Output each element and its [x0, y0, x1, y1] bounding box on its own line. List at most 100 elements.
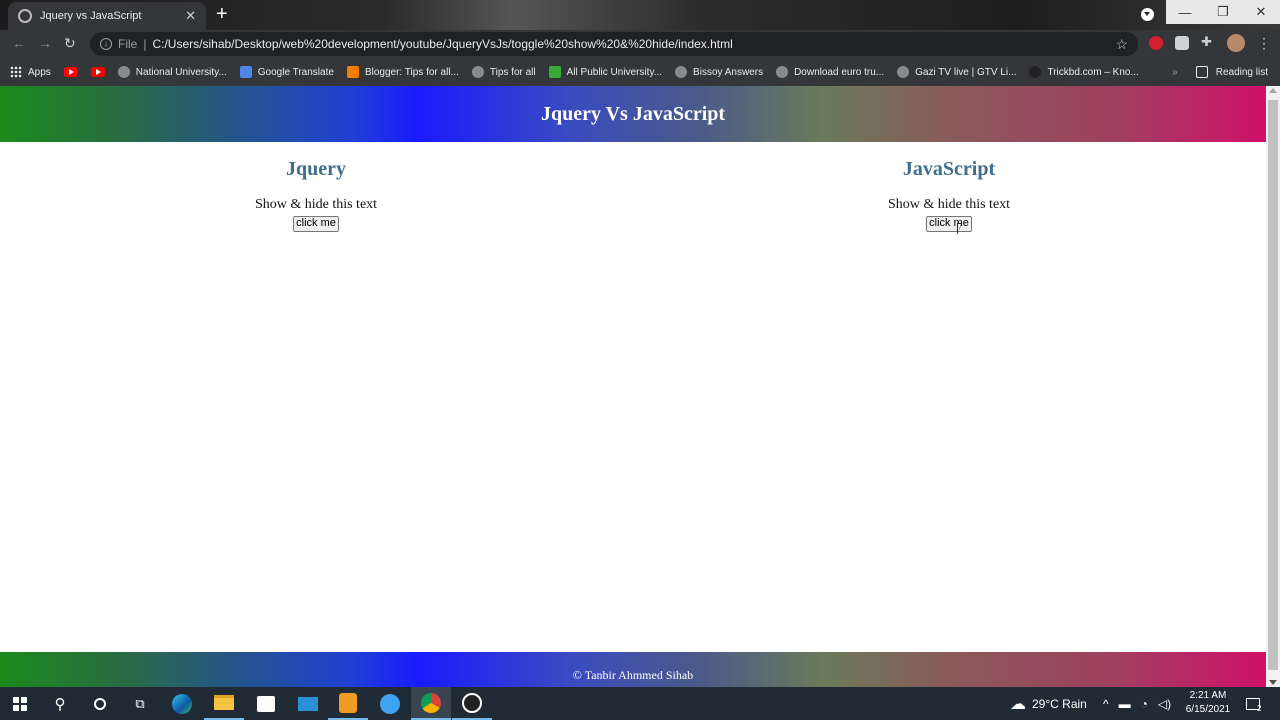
forward-arrow-icon[interactable]: →	[38, 35, 52, 51]
minimize-button[interactable]: —	[1166, 0, 1204, 24]
footer-copyright: © Tanbir Ahmmed Sihab	[572, 668, 694, 682]
globe-icon	[117, 66, 130, 78]
battery-icon[interactable]: ▬	[1119, 697, 1131, 711]
bookmarks-bar: Apps National University... Google Trans…	[0, 58, 1280, 86]
translate-icon	[239, 66, 252, 78]
address-bar[interactable]: i File | C:/Users/sihab/Desktop/web%20de…	[90, 32, 1138, 56]
page-scrollbar[interactable]	[1266, 86, 1280, 687]
windows-taskbar: ⚲ ⧉ ☁ 29°C Rain ^ ▬ ◔ ◁) 2:21 AM 6/15/20…	[0, 687, 1280, 720]
bookmark-blogger[interactable]: Blogger: Tips for all...	[346, 66, 459, 78]
clock-date: 6/15/2021	[1185, 704, 1231, 715]
info-icon[interactable]: i	[100, 38, 112, 50]
bookmark-national-university[interactable]: National University...	[117, 66, 227, 78]
windows-logo-icon	[13, 696, 27, 711]
page-title: Jquery Vs JavaScript	[540, 102, 726, 125]
javascript-section: JavaScript Show & hide this text click m…	[749, 158, 1149, 232]
app-icon[interactable]	[370, 687, 410, 720]
tab-search-icon[interactable]	[1141, 8, 1154, 21]
check-icon	[548, 66, 561, 78]
bookmark-euro-truck[interactable]: Download euro tru...	[776, 66, 884, 78]
notifications-button[interactable]: 2	[1246, 687, 1261, 720]
bookmark-youtube-2[interactable]	[90, 67, 105, 77]
search-icon[interactable]: ⚲	[40, 687, 80, 720]
record-extension-icon[interactable]	[1149, 36, 1163, 50]
bookmark-youtube-1[interactable]	[63, 67, 78, 77]
maximize-button[interactable]: ❐	[1204, 0, 1242, 24]
close-window-button[interactable]: ✕	[1242, 0, 1280, 24]
youtube-icon	[90, 67, 105, 77]
menu-dots-icon[interactable]: ⋮	[1257, 35, 1271, 52]
scroll-up-icon[interactable]	[1269, 88, 1277, 93]
apps-grid-icon	[10, 66, 22, 78]
bookmark-public-university[interactable]: All Public University...	[548, 66, 662, 78]
globe-icon	[897, 66, 910, 78]
cortana-icon[interactable]	[80, 687, 120, 720]
browser-toolbar: ← → ↻ i File | C:/Users/sihab/Desktop/we…	[0, 30, 1280, 58]
bookmarks-overflow-button[interactable]: »	[1172, 67, 1178, 78]
toggle-text: Show & hide this text	[254, 197, 378, 212]
browser-title-bar: Jquery vs JavaScript ✕ + — ❐ ✕	[0, 0, 1280, 30]
window-controls: — ❐ ✕	[1166, 0, 1280, 24]
globe-icon	[18, 9, 32, 23]
wifi-icon[interactable]: ◔	[1141, 697, 1148, 711]
back-arrow-icon[interactable]: ←	[12, 35, 26, 51]
javascript-click-me-button[interactable]: click me	[926, 215, 972, 232]
bookmark-google-translate[interactable]: Google Translate	[239, 66, 334, 78]
tab-title: Jquery vs JavaScript	[40, 10, 142, 22]
chrome-icon[interactable]	[411, 687, 451, 720]
reload-icon[interactable]: ↻	[64, 35, 76, 52]
file-explorer-icon[interactable]	[204, 687, 244, 720]
scheme-label: File	[118, 37, 138, 51]
section-heading: Jquery	[286, 158, 346, 180]
store-icon[interactable]	[246, 687, 286, 720]
chevron-up-icon[interactable]: ^	[1103, 697, 1109, 711]
cloud-rain-icon: ☁	[1010, 695, 1026, 713]
globe-icon	[471, 66, 484, 78]
start-button[interactable]	[0, 687, 40, 720]
jquery-section: Jquery Show & hide this text click me	[116, 158, 516, 232]
web-page: Jquery Vs JavaScript Jquery Show & hide …	[0, 86, 1266, 687]
new-tab-button[interactable]: +	[216, 3, 228, 25]
bookmark-bissoy[interactable]: Bissoy Answers	[675, 66, 763, 78]
page-header: Jquery Vs JavaScript	[0, 86, 1266, 142]
globe-icon	[1029, 66, 1042, 78]
mouse-cursor-icon	[957, 223, 962, 235]
mail-icon[interactable]	[288, 687, 328, 720]
blogger-icon	[346, 66, 359, 78]
obs-icon[interactable]	[452, 687, 492, 720]
system-clock[interactable]: 2:21 AM 6/15/2021	[1178, 689, 1238, 717]
jquery-click-me-button[interactable]: click me	[293, 215, 339, 232]
task-view-icon[interactable]: ⧉	[120, 687, 160, 720]
scroll-down-icon[interactable]	[1269, 680, 1277, 685]
bookmark-gazi-tv[interactable]: Gazi TV live | GTV Li...	[897, 66, 1016, 78]
sublime-text-icon[interactable]	[328, 687, 368, 720]
clock-time: 2:21 AM	[1189, 690, 1227, 701]
bookmark-apps[interactable]: Apps	[10, 66, 51, 78]
extensions-puzzle-icon[interactable]: ✚	[1201, 34, 1215, 49]
system-tray: ^ ▬ ◔ ◁)	[1103, 687, 1171, 720]
weather-text: 29°C Rain	[1032, 696, 1087, 711]
reading-list-icon[interactable]	[1195, 66, 1208, 78]
scroll-thumb[interactable]	[1268, 100, 1278, 670]
globe-icon	[675, 66, 688, 78]
bookmarks-right: » Reading list	[1172, 58, 1268, 86]
youtube-icon	[63, 67, 78, 77]
bookmark-star-icon[interactable]: ☆	[1115, 36, 1128, 53]
bookmark-tips-for-all[interactable]: Tips for all	[471, 66, 536, 78]
reading-list-label[interactable]: Reading list	[1216, 67, 1268, 78]
avatar[interactable]	[1227, 34, 1245, 52]
camera-extension-icon[interactable]	[1175, 36, 1189, 50]
section-heading: JavaScript	[902, 158, 996, 180]
bookmark-trickbd[interactable]: Trickbd.com – Kno...	[1029, 66, 1139, 78]
tab-close-icon[interactable]: ✕	[185, 8, 196, 24]
page-footer: © Tanbir Ahmmed Sihab	[0, 652, 1266, 687]
browser-tab[interactable]: Jquery vs JavaScript ✕	[8, 2, 206, 30]
globe-icon	[776, 66, 789, 78]
toggle-text: Show & hide this text	[887, 197, 1011, 212]
volume-icon[interactable]: ◁)	[1158, 697, 1171, 711]
edge-icon[interactable]	[162, 687, 202, 720]
notification-icon	[1246, 697, 1260, 710]
weather-widget[interactable]: ☁ 29°C Rain	[1010, 687, 1087, 720]
url-text[interactable]: C:/Users/sihab/Desktop/web%20development…	[152, 37, 732, 51]
address-separator: |	[143, 37, 147, 51]
